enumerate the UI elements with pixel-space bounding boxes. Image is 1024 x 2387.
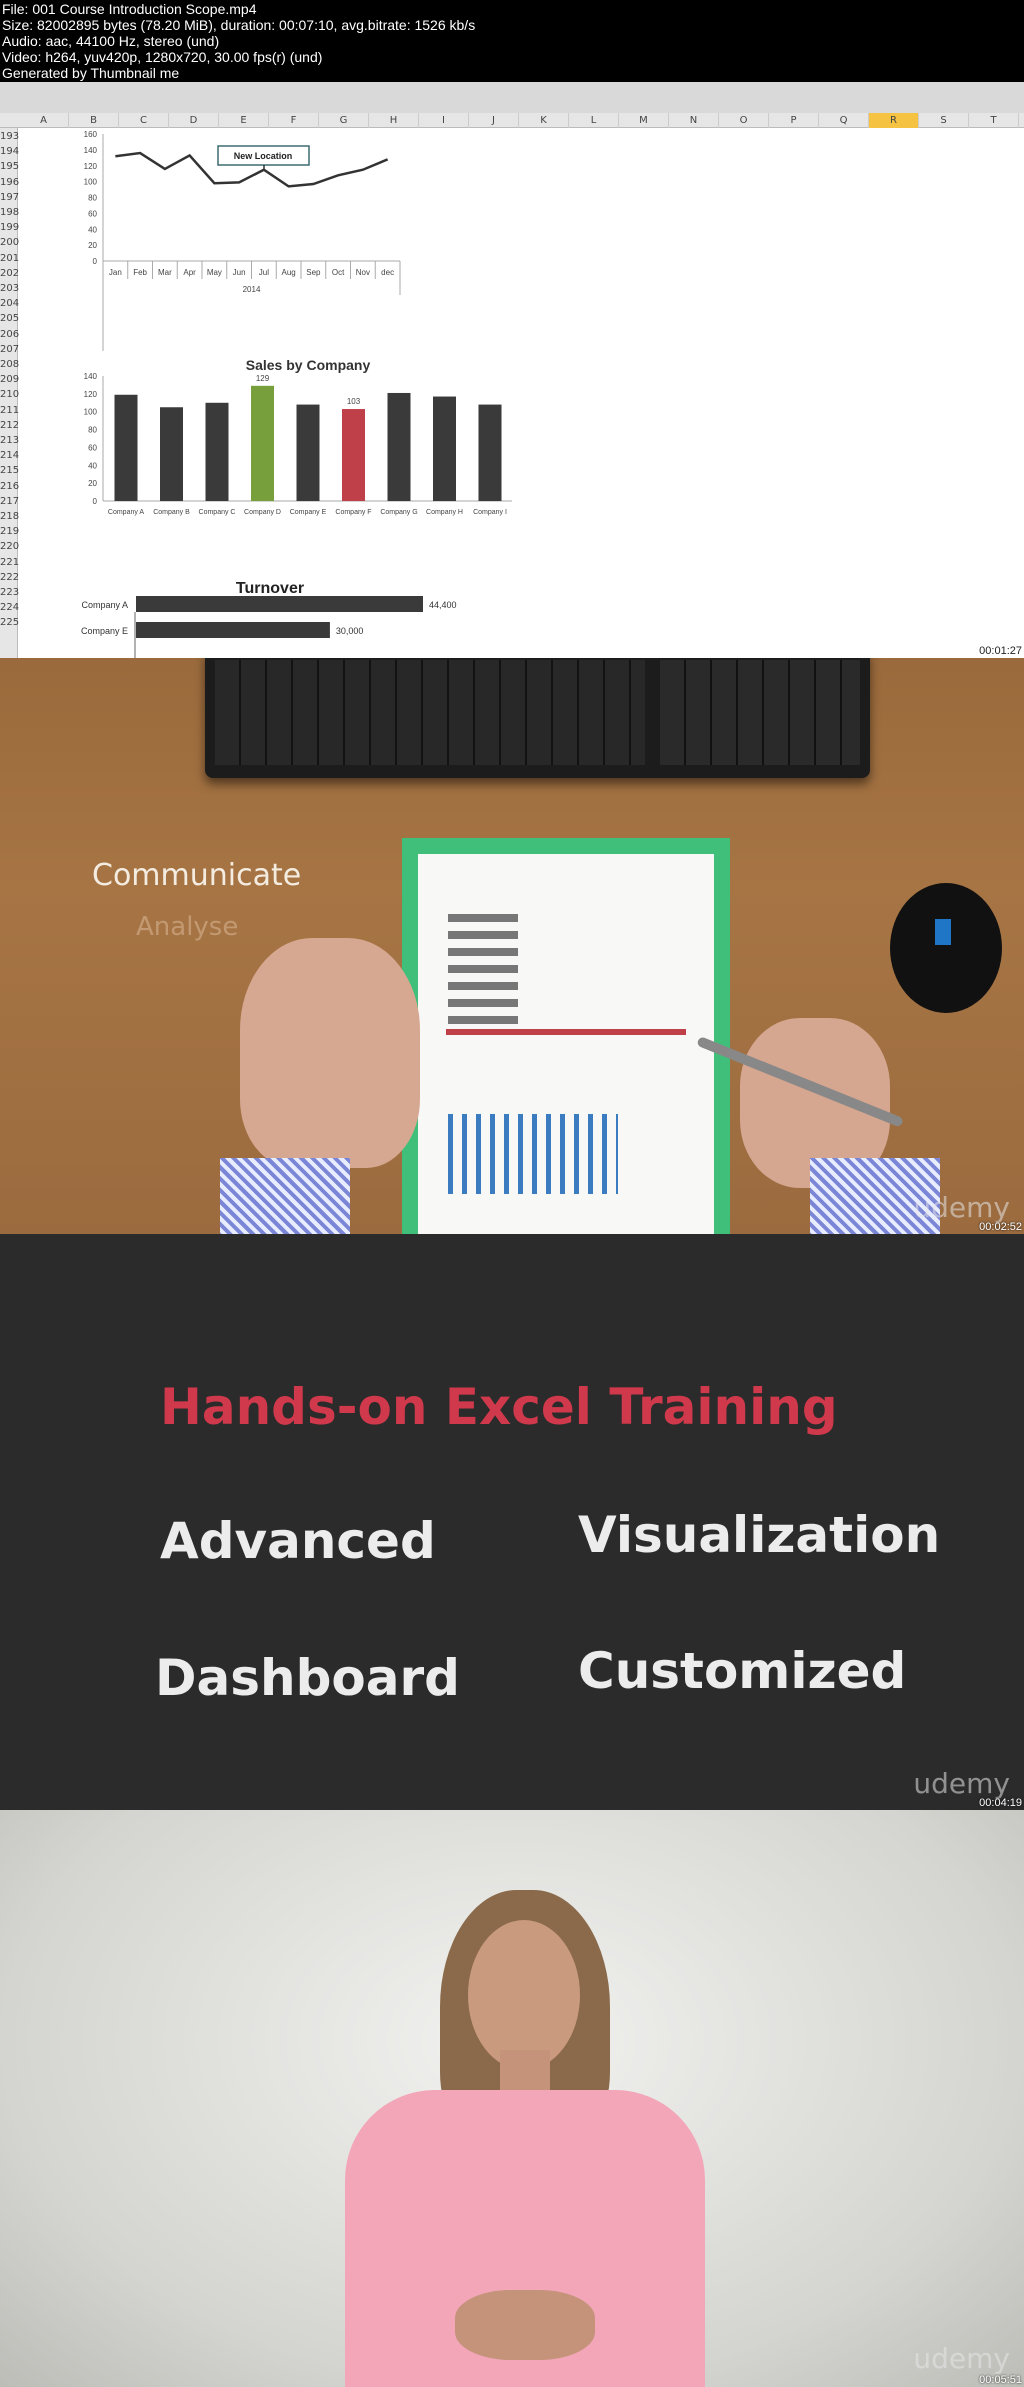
audio-info: Audio: aac, 44100 Hz, stereo (und) [2, 33, 220, 49]
line-x-tick: Jun [233, 268, 246, 277]
bar-company-i [478, 404, 502, 501]
video-info: Video: h264, yuv420p, 1280x720, 30.00 fp… [2, 49, 323, 65]
bar-x-tick: Company I [473, 509, 507, 516]
mouse [890, 883, 1002, 1013]
line-x-tick: Oct [332, 268, 345, 277]
bar-x-tick: Company A [108, 509, 145, 516]
bar-y-tick: 120 [84, 390, 98, 399]
bar-y-tick: 140 [84, 372, 98, 381]
bar-company-a [114, 394, 138, 501]
bar-x-tick: Company B [153, 509, 190, 516]
overlay-analyse: Analyse [136, 912, 239, 942]
file-size: Size: 82002895 bytes (78.20 MiB), durati… [2, 17, 476, 33]
slide-title: Hands-on Excel Training [160, 1378, 838, 1436]
keyword-advanced: Advanced [160, 1512, 436, 1570]
timestamp: 00:05:51 [979, 2374, 1022, 2386]
line-y-tick: 120 [84, 162, 98, 171]
bar-y-tick: 0 [93, 497, 98, 506]
file-name: File: 001 Course Introduction Scope.mp4 [2, 1, 257, 17]
timestamp: 00:02:52 [979, 1221, 1022, 1233]
frame-title-slide: Hands-on Excel Training Advanced Visuali… [0, 1234, 1024, 1810]
bar-company-g [387, 392, 411, 501]
line-x-tick: Apr [183, 268, 196, 277]
annotation-text: New Location [234, 151, 293, 161]
bar-company-d [251, 385, 274, 501]
bar-x-tick: Company G [380, 509, 417, 516]
bar-company-h [433, 396, 456, 501]
bar-x-tick: Company D [244, 509, 281, 516]
bar-x-tick: Company C [199, 509, 236, 516]
bar-company-b [160, 407, 183, 501]
turnover-category: Company E [81, 626, 128, 636]
line-y-tick: 40 [88, 225, 97, 234]
timestamp: 00:04:19 [979, 1797, 1022, 1809]
turnover-bar-company-e [136, 622, 330, 638]
presenter-face [468, 1920, 580, 2070]
line-x-tick: Jan [109, 268, 122, 277]
left-hand [240, 938, 420, 1168]
bar-company-e [296, 404, 320, 501]
turnover-bar-company-a [136, 596, 423, 612]
bar-data-label: 103 [347, 397, 361, 406]
charts-canvas: 0 20 40 60 80 100 120 140 160 Jan Feb Mar Apr May Jun J… [81, 130, 512, 658]
line-x-label: 2014 [243, 285, 261, 294]
line-x-tick: Nov [356, 268, 370, 277]
line-y-tick: 140 [84, 146, 98, 155]
line-x-tick: dec [381, 268, 394, 277]
line-x-tick: May [207, 268, 222, 277]
presenter-hands [455, 2290, 595, 2360]
file-info-header: File: 001 Course Introduction Scope.mp4 … [0, 0, 1024, 82]
line-x-tick: Aug [282, 268, 296, 277]
udemy-watermark: udemy [913, 1191, 1010, 1224]
timestamp: 00:01:27 [979, 645, 1022, 657]
line-y-tick: 0 [93, 257, 98, 266]
line-y-tick: 160 [84, 130, 98, 139]
udemy-watermark: udemy [913, 1767, 1010, 1800]
keyboard [205, 658, 870, 778]
bar-y-tick: 40 [88, 461, 97, 470]
bar-y-tick: 80 [88, 426, 97, 435]
bar-x-tick: Company H [426, 509, 463, 516]
keyword-dashboard: Dashboard [155, 1649, 460, 1707]
frame-presenter: udemy 00:05:51 [0, 1810, 1024, 2387]
left-sleeve [220, 1158, 350, 1234]
keyword-visualization: Visualization [578, 1506, 941, 1564]
keyword-customized: Customized [578, 1642, 907, 1700]
frame-desk: Communicate Analyse udemy 00:02:52 [0, 658, 1024, 1234]
bar-company-f [342, 409, 365, 501]
turnover-data-label: 44,400 [429, 600, 457, 610]
overlay-communicate: Communicate [92, 858, 302, 893]
turnover-data-label: 30,000 [336, 626, 364, 636]
bar-chart-title: Sales by Company [246, 357, 371, 373]
bar-company-c [205, 402, 229, 501]
line-x-tick: Jul [259, 268, 269, 277]
line-x-tick: Sep [306, 268, 321, 277]
frame-excel: ABCDEFGHIJKLMNOPQRST 193 194 195 196 197 198 1… [0, 82, 1024, 658]
bar-y-tick: 60 [88, 443, 97, 452]
bar-y-tick: 20 [88, 479, 97, 488]
paper-report [418, 854, 714, 1234]
line-x-tick: Mar [158, 268, 172, 277]
bar-data-label: 129 [256, 374, 270, 383]
turnover-title: Turnover [236, 580, 304, 597]
line-y-tick: 100 [84, 178, 98, 187]
bar-x-tick: Company F [335, 509, 371, 516]
line-x-tick: Feb [133, 268, 147, 277]
bar-y-tick: 100 [84, 408, 98, 417]
generator-info: Generated by Thumbnail me [2, 65, 180, 81]
udemy-watermark: udemy [913, 2342, 1010, 2375]
turnover-category: Company A [81, 600, 128, 610]
bar-x-tick: Company E [290, 509, 327, 516]
line-y-tick: 80 [88, 194, 97, 203]
line-y-tick: 60 [88, 209, 97, 218]
line-y-tick: 20 [88, 241, 97, 250]
